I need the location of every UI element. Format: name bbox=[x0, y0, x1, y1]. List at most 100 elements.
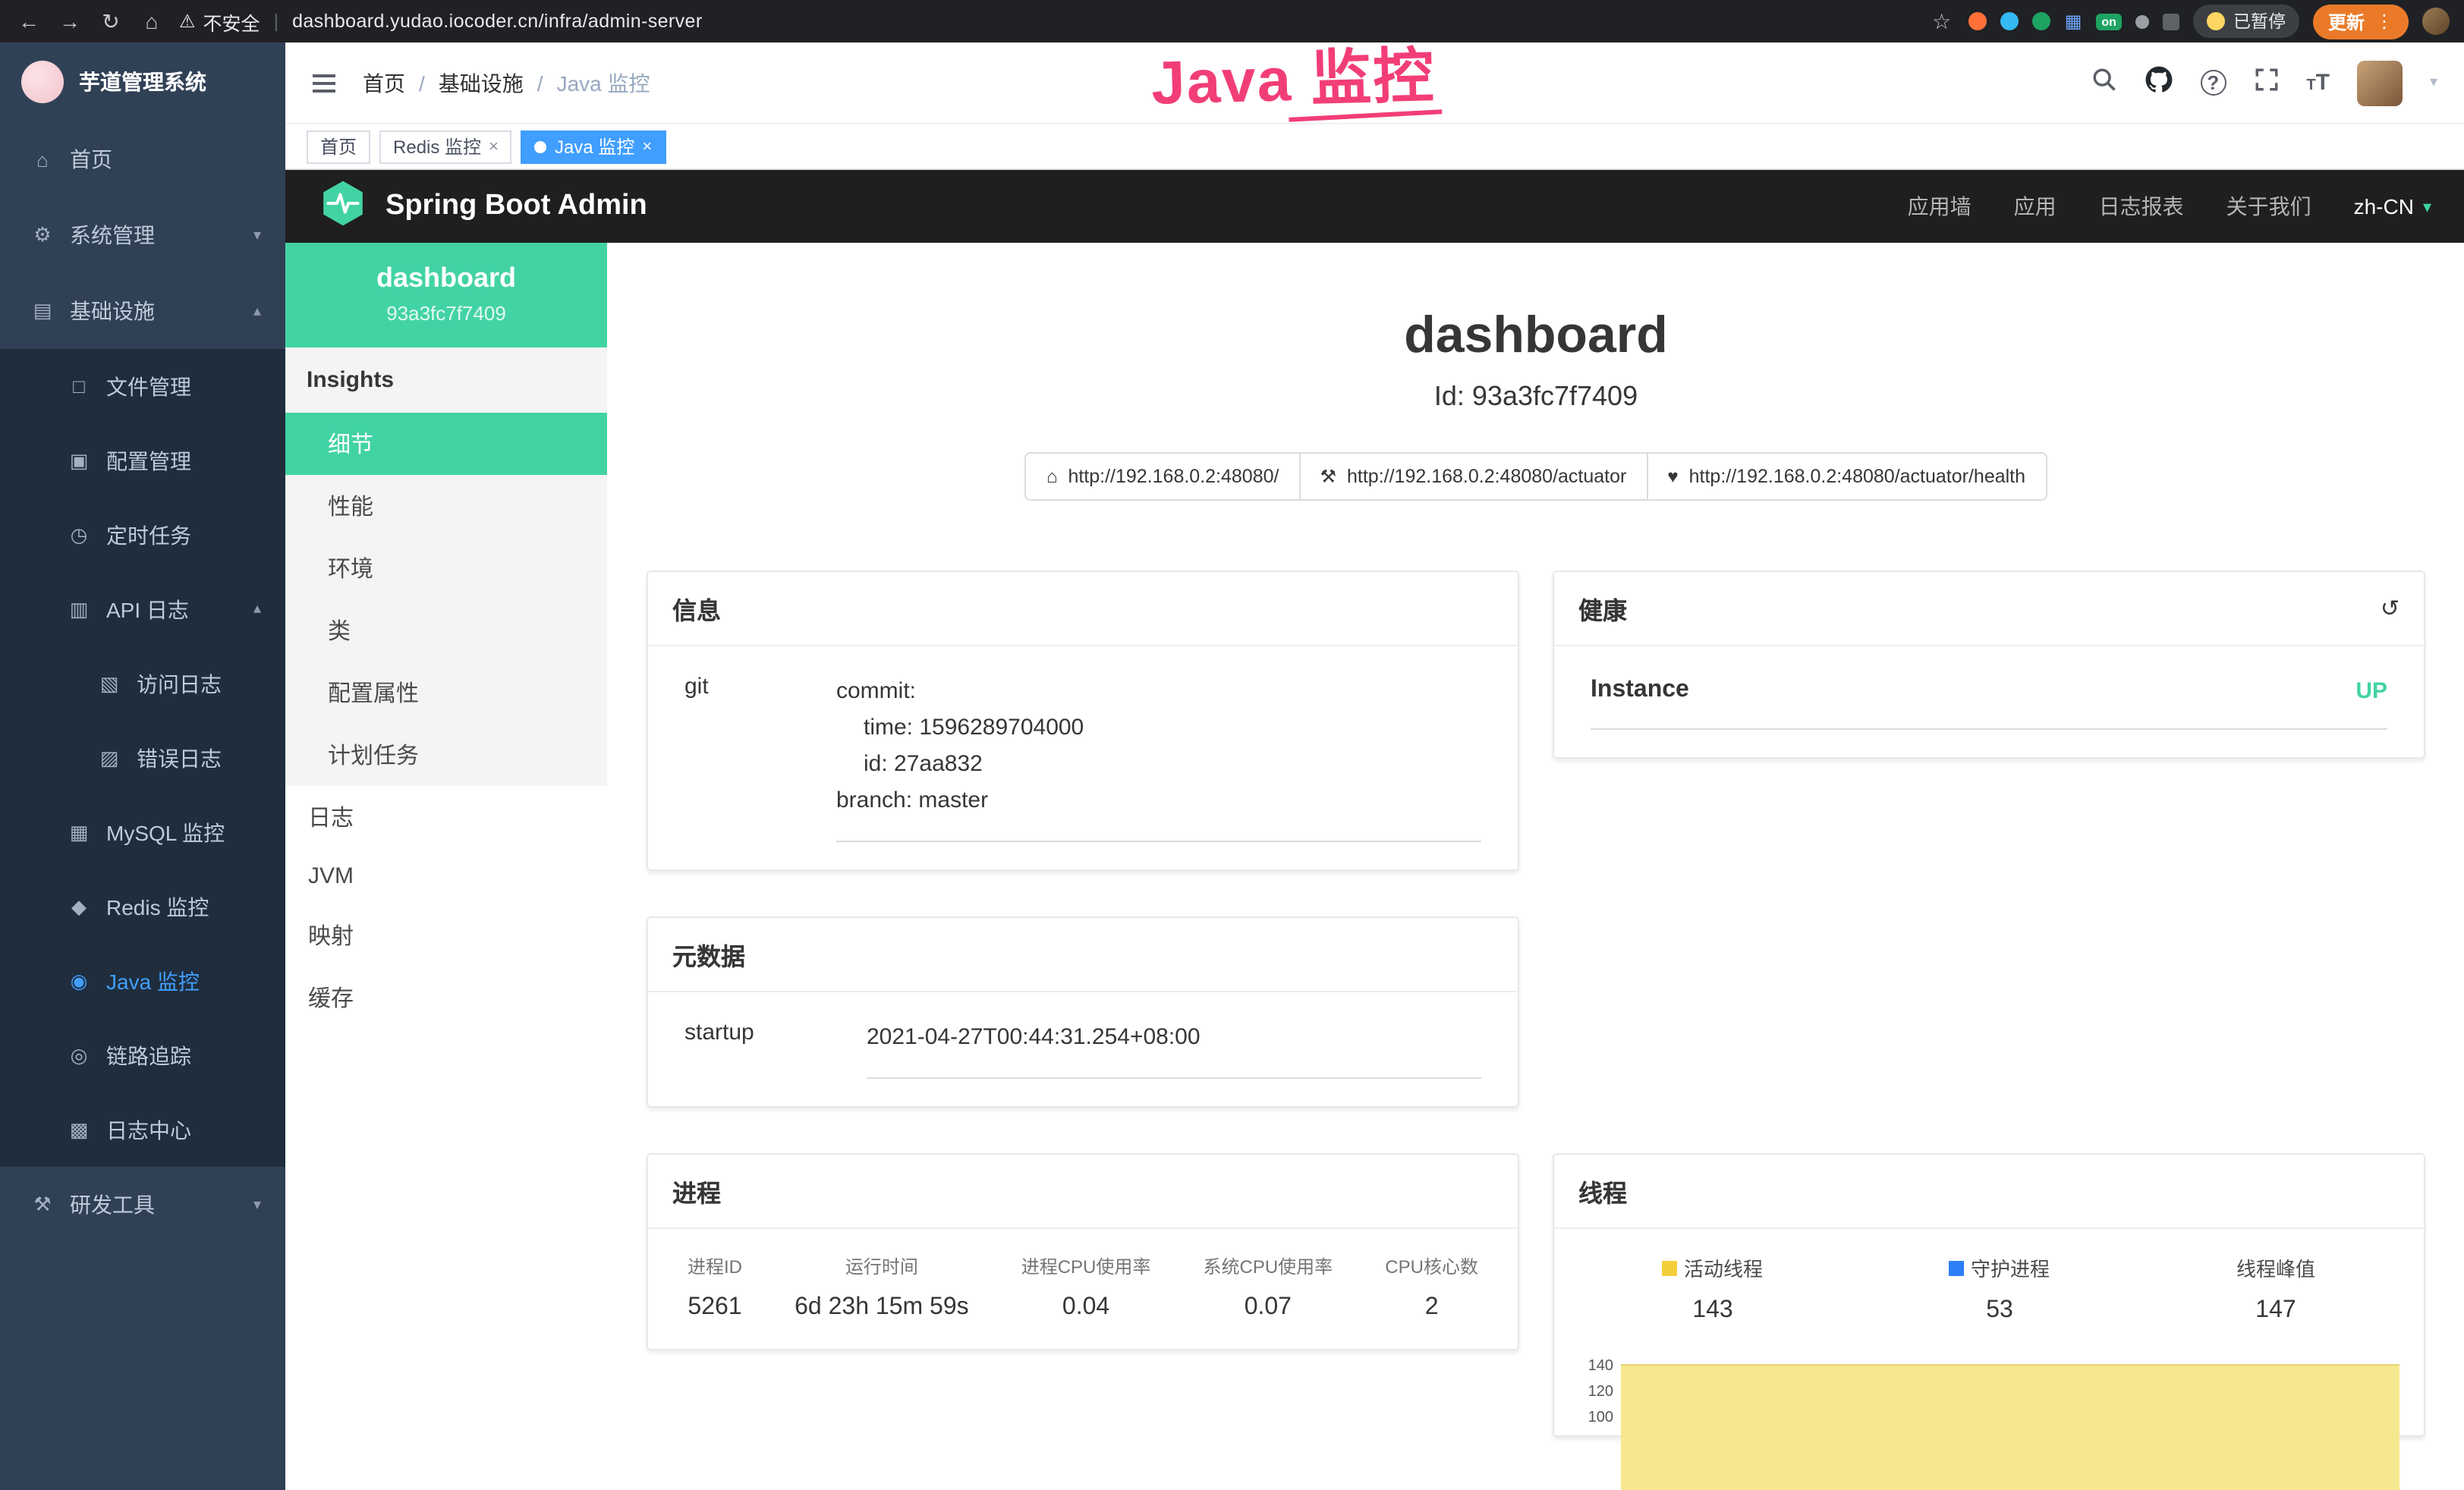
extension-green-icon[interactable] bbox=[2033, 12, 2051, 30]
sba-language-select[interactable]: zh-CN ▾ bbox=[2354, 194, 2431, 218]
legend-peak-threads: 线程峰值 147 bbox=[2236, 1253, 2315, 1325]
extension-misc-icon[interactable] bbox=[2136, 14, 2150, 28]
screen: ← → ↻ ⌂ ⚠ 不安全 | dashboard.yudao.iocoder.… bbox=[0, 0, 2464, 1490]
admin-sidebar: 芋道管理系统 ⌂ 首页 ⚙ 系统管理 ▾ ▤ 基础设施 ▴ □ 文件管理 bbox=[0, 42, 285, 1490]
help-icon[interactable]: ? bbox=[2200, 70, 2226, 96]
sidebar-item-error-log[interactable]: ▨ 错误日志 bbox=[0, 721, 285, 795]
sidebar-item-label: 错误日志 bbox=[137, 743, 222, 773]
sidebar-item-file-manage[interactable]: □ 文件管理 bbox=[0, 349, 285, 423]
breadcrumb-section[interactable]: 基础设施 bbox=[439, 68, 524, 98]
sba-item-logs[interactable]: 日志 bbox=[285, 786, 607, 848]
sba-nav-about[interactable]: 关于我们 bbox=[2226, 191, 2311, 222]
sba-nav-journal[interactable]: 日志报表 bbox=[2099, 191, 2184, 222]
update-button[interactable]: 更新 ⋮ bbox=[2313, 4, 2409, 39]
sba-detail-view: dashboard Id: 93a3fc7f7409 ⌂ http://192.… bbox=[607, 243, 2464, 1490]
sidebar-item-label: 基础设施 bbox=[70, 296, 155, 326]
sba-brand-title[interactable]: Spring Boot Admin bbox=[385, 190, 647, 223]
legend-value: 143 bbox=[1692, 1297, 1732, 1325]
threads-legend: 活动线程 143 守护进程 53 线程峰值 147 bbox=[1554, 1229, 2424, 1325]
sidebar-item-trace[interactable]: ◎ 链路追踪 bbox=[0, 1018, 285, 1092]
sba-logo-icon[interactable] bbox=[319, 178, 367, 234]
health-url-button[interactable]: ♥ http://192.168.0.2:48080/actuator/heal… bbox=[1646, 452, 2047, 501]
sba-nav-applications[interactable]: 应用 bbox=[2014, 191, 2056, 222]
config-icon: ▣ bbox=[67, 448, 91, 473]
col-value: 5261 bbox=[688, 1294, 741, 1322]
sidebar-item-label: API 日志 bbox=[106, 594, 189, 624]
user-avatar[interactable] bbox=[2357, 60, 2403, 105]
sba-item-scheduled[interactable]: 计划任务 bbox=[285, 724, 607, 786]
sidebar-item-config-manage[interactable]: ▣ 配置管理 bbox=[0, 423, 285, 498]
fullscreen-icon[interactable] bbox=[2253, 66, 2279, 99]
sidebar-item-system[interactable]: ⚙ 系统管理 ▾ bbox=[0, 197, 285, 273]
sba-item-jvm[interactable]: JVM bbox=[285, 848, 607, 904]
sidebar-item-redis-monitor[interactable]: ◆ Redis 监控 bbox=[0, 869, 285, 944]
font-size-icon[interactable]: TT bbox=[2306, 70, 2330, 96]
kebab-menu-icon[interactable]: ⋮ bbox=[2375, 11, 2393, 32]
sidebar-item-infra[interactable]: ▤ 基础设施 ▴ bbox=[0, 273, 285, 349]
smiley-icon bbox=[2208, 12, 2226, 30]
home-icon[interactable]: ⌂ bbox=[138, 9, 165, 33]
sba-item-config-props[interactable]: 配置属性 bbox=[285, 662, 607, 724]
process-card: 进程 进程ID 5261 运行时间 6d 23h 15m 59s bbox=[647, 1153, 1519, 1350]
wrench-icon: ⚒ bbox=[1320, 466, 1336, 487]
sidebar-item-java-monitor[interactable]: ◉ Java 监控 bbox=[0, 944, 285, 1018]
forward-icon[interactable]: → bbox=[56, 9, 83, 33]
update-label: 更新 bbox=[2328, 8, 2365, 34]
extension-on-badge[interactable]: on bbox=[2095, 13, 2123, 30]
extension-grid-icon[interactable]: ▦ bbox=[2065, 12, 2082, 30]
sba-item-performance[interactable]: 性能 bbox=[285, 475, 607, 537]
error-log-icon: ▨ bbox=[97, 746, 121, 770]
extension-drop-icon[interactable] bbox=[2001, 12, 2019, 30]
sidebar-item-access-log[interactable]: ▧ 访问日志 bbox=[0, 646, 285, 721]
sba-nav-wall[interactable]: 应用墙 bbox=[1908, 191, 1972, 222]
breadcrumb-separator: / bbox=[537, 71, 543, 95]
legend-yellow-swatch bbox=[1663, 1260, 1678, 1275]
breadcrumb: 首页 / 基础设施 / Java 监控 bbox=[363, 68, 650, 98]
sba-item-details[interactable]: 细节 bbox=[285, 413, 607, 475]
metadata-value: 2021-04-27T00:44:31.254+08:00 bbox=[867, 1020, 1481, 1079]
sidebar-item-dev-tools[interactable]: ⚒ 研发工具 ▾ bbox=[0, 1167, 285, 1243]
extensions-puzzle-icon[interactable] bbox=[2163, 13, 2180, 30]
actuator-url: http://192.168.0.2:48080/actuator bbox=[1347, 466, 1626, 487]
y-tick: 120 bbox=[1566, 1384, 1613, 1410]
tab-java-monitor[interactable]: Java 监控 × bbox=[521, 130, 666, 163]
sidebar-item-log-center[interactable]: ▩ 日志中心 bbox=[0, 1092, 285, 1167]
paused-chip[interactable]: 已暂停 bbox=[2194, 5, 2299, 38]
close-icon[interactable]: × bbox=[642, 137, 652, 156]
warning-icon: ⚠ bbox=[179, 11, 196, 32]
sidebar-item-mysql-monitor[interactable]: ▦ MySQL 监控 bbox=[0, 795, 285, 869]
tab-redis-monitor[interactable]: Redis 监控 × bbox=[379, 130, 512, 163]
security-chip[interactable]: ⚠ 不安全 bbox=[179, 7, 260, 36]
sba-language-value: zh-CN bbox=[2354, 194, 2414, 218]
sidebar-item-home[interactable]: ⌂ 首页 bbox=[0, 121, 285, 197]
app-logo[interactable]: 芋道管理系统 bbox=[0, 42, 285, 121]
info-card-title: 信息 bbox=[672, 590, 721, 627]
browser-profile-avatar[interactable] bbox=[2422, 8, 2450, 35]
back-icon[interactable]: ← bbox=[15, 9, 42, 33]
tags-view-bar: 首页 Redis 监控 × Java 监控 × bbox=[285, 124, 2464, 170]
sba-item-mappings[interactable]: 映射 bbox=[285, 904, 607, 967]
reload-icon[interactable]: ↻ bbox=[97, 8, 124, 34]
close-icon[interactable]: × bbox=[489, 137, 499, 156]
process-col-uptime: 运行时间 6d 23h 15m 59s bbox=[795, 1253, 969, 1322]
actuator-url-button[interactable]: ⚒ http://192.168.0.2:48080/actuator bbox=[1298, 452, 1647, 501]
sidebar-item-api-log[interactable]: ▥ API 日志 ▴ bbox=[0, 572, 285, 646]
bookmark-star-icon[interactable]: ☆ bbox=[1928, 8, 1956, 34]
github-icon[interactable] bbox=[2144, 64, 2173, 101]
search-icon[interactable] bbox=[2091, 66, 2116, 99]
page-title: dashboard bbox=[607, 306, 2464, 366]
sba-item-caches[interactable]: 缓存 bbox=[285, 967, 607, 1029]
hamburger-icon[interactable] bbox=[313, 74, 335, 92]
sba-item-classes[interactable]: 类 bbox=[285, 599, 607, 662]
instance-url-button[interactable]: ⌂ http://192.168.0.2:48080/ bbox=[1025, 452, 1301, 501]
breadcrumb-home[interactable]: 首页 bbox=[363, 68, 405, 98]
y-tick: 140 bbox=[1566, 1358, 1613, 1384]
tab-home[interactable]: 首页 bbox=[307, 130, 370, 163]
address-bar[interactable]: dashboard.yudao.iocoder.cn/infra/admin-s… bbox=[292, 11, 703, 32]
sidebar-item-scheduled-tasks[interactable]: ◷ 定时任务 bbox=[0, 498, 285, 572]
tab-label: Redis 监控 bbox=[393, 134, 481, 159]
history-icon[interactable]: ↺ bbox=[2381, 595, 2399, 622]
extension-fox-icon[interactable] bbox=[1969, 12, 1987, 30]
sba-item-environment[interactable]: 环境 bbox=[285, 537, 607, 599]
git-branch: branch: master bbox=[836, 783, 1481, 819]
